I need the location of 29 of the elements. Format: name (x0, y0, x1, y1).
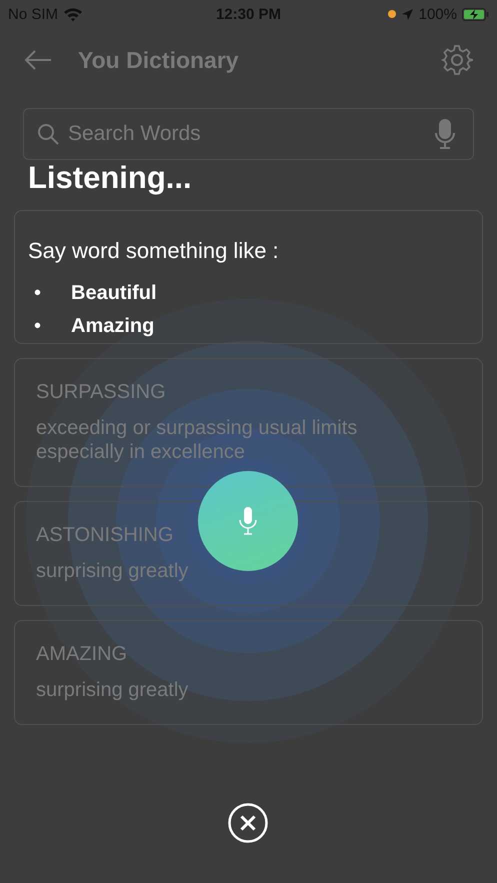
search-icon (37, 123, 59, 145)
bullet: • (34, 282, 42, 305)
bullet: • (34, 315, 42, 338)
close-icon (228, 803, 268, 843)
battery-charging-icon (462, 8, 489, 20)
listening-title: Listening... (28, 160, 192, 196)
word-title: SURPASSING (36, 381, 166, 404)
microphone-icon (238, 506, 258, 536)
example-word: Amazing (71, 315, 154, 338)
microphone-icon[interactable] (434, 118, 456, 150)
example-word: Beautiful (71, 282, 157, 305)
close-button[interactable] (228, 803, 268, 843)
word-definition: exceeding or surpassing usual limits especially in excellence (36, 416, 358, 464)
location-arrow-icon (400, 8, 414, 20)
recording-dot (388, 10, 396, 18)
word-card[interactable] (14, 210, 483, 344)
wifi-icon (63, 6, 84, 22)
search-field[interactable]: Search Words (23, 108, 474, 160)
word-definition: surprising greatly (36, 678, 188, 702)
settings-icon[interactable] (441, 44, 473, 76)
word-card[interactable]: AMAZING surprising greatly (14, 620, 483, 725)
word-card[interactable]: SURPASSING exceeding or surpassing usual limits especially in excellence (14, 358, 483, 487)
back-arrow-icon[interactable] (24, 50, 52, 70)
app-title: You Dictionary (78, 46, 240, 74)
listening-prompt: Say word something like : (28, 238, 279, 264)
word-definition: surprising greatly (36, 559, 188, 583)
word-title: AMAZING (36, 643, 128, 666)
word-title: ASTONISHING (36, 524, 174, 547)
microphone-button[interactable] (198, 471, 298, 571)
